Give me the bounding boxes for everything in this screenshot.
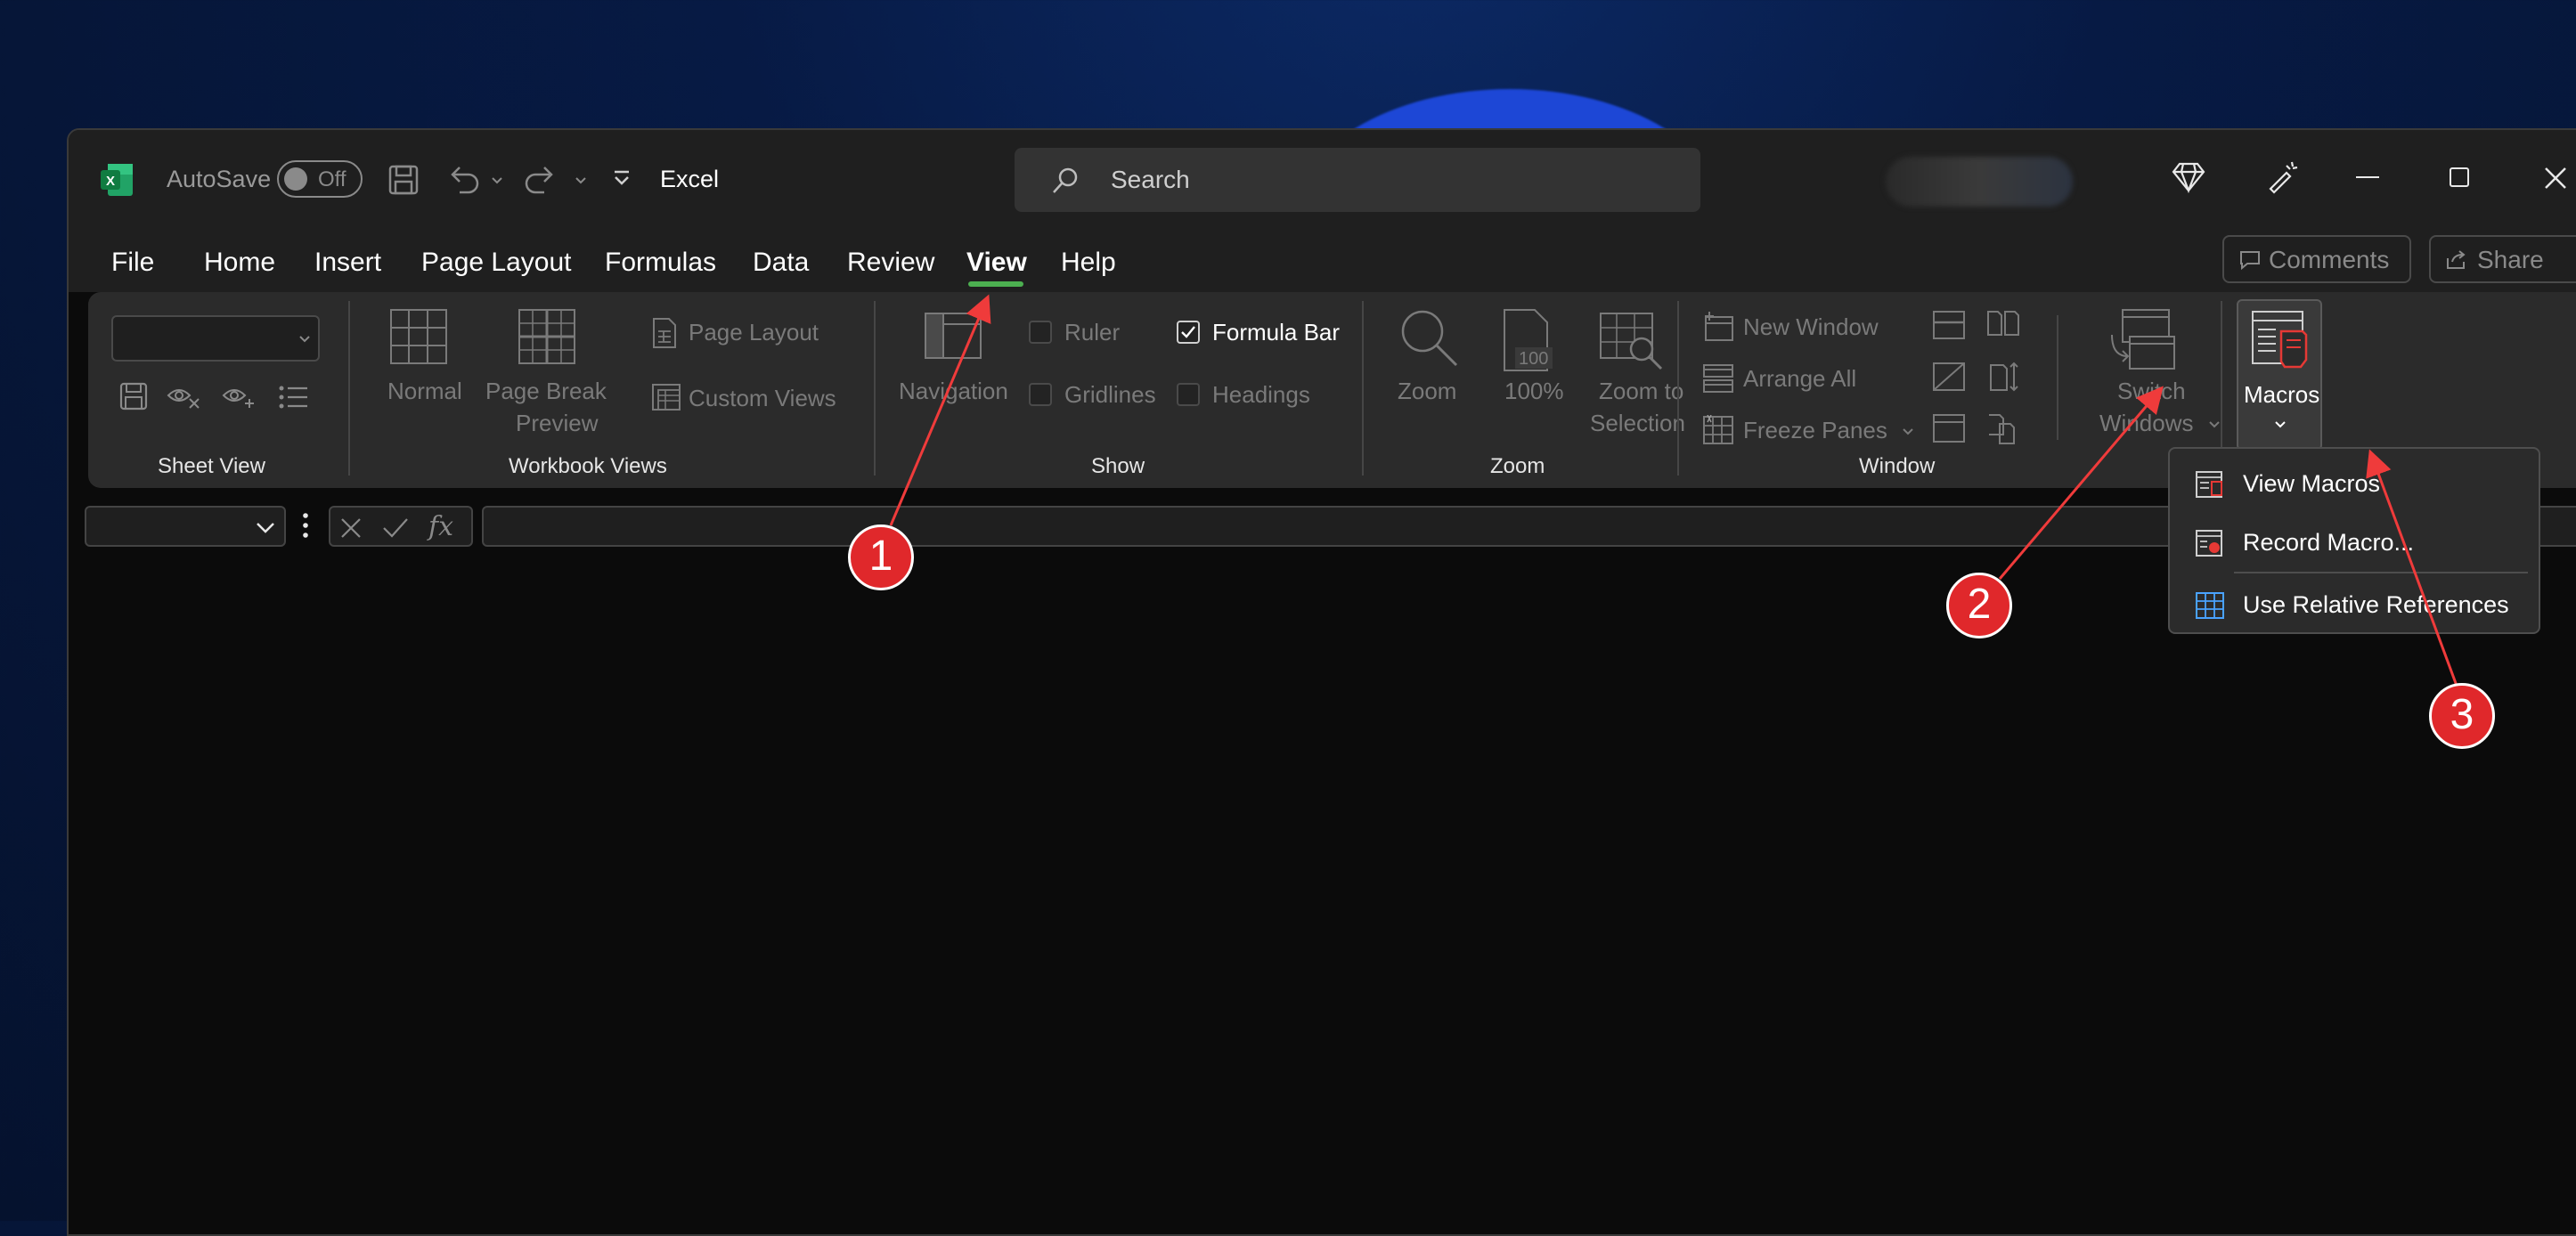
- arrow-3: [2366, 449, 2458, 687]
- annotation-badge-2: 2: [1946, 573, 2012, 638]
- annotation-badge-3: 3: [2429, 683, 2495, 749]
- annotation-arrows: [889, 294, 2458, 687]
- annotation-badge-1: 1: [848, 524, 914, 590]
- arrow-2: [1998, 386, 2164, 580]
- arrow-1: [889, 294, 991, 526]
